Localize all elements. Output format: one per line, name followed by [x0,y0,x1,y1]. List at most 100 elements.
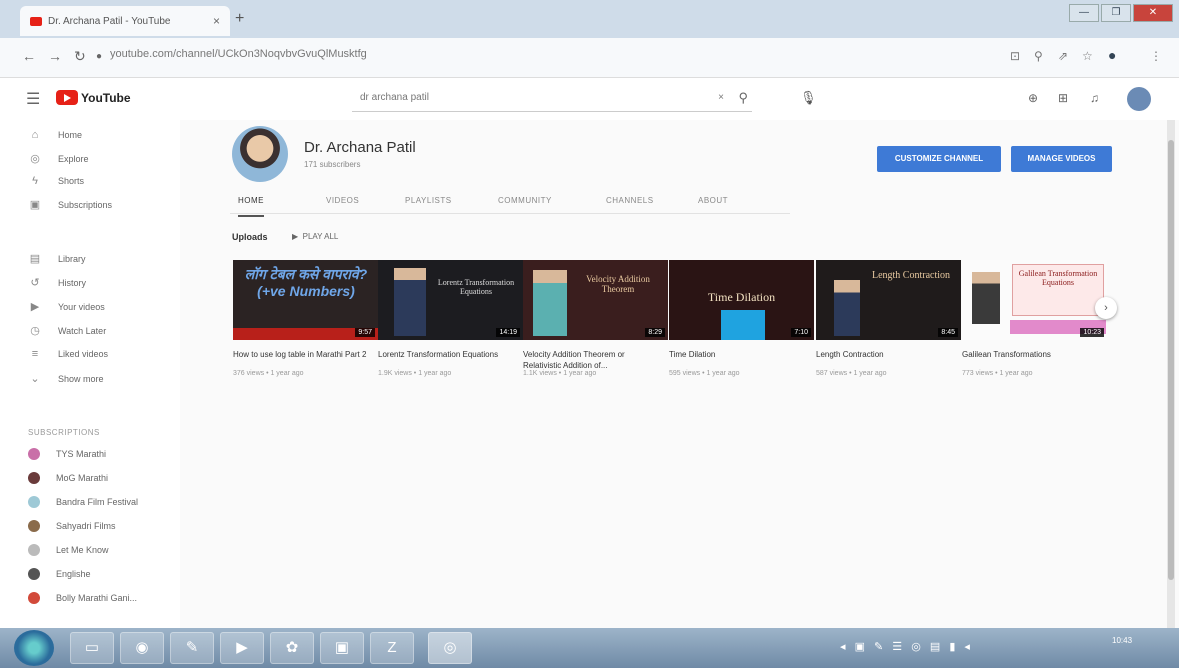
close-window-button[interactable]: ✕ [1133,4,1173,22]
subscription-label: MoG Marathi [56,473,109,483]
video-title[interactable]: Lorentz Transformation Equations [378,349,518,360]
video-thumbnail[interactable]: Lorentz Transformation Equations 14:19 [378,260,523,340]
subscription-label: Englishe [56,569,91,579]
taskbar-clock[interactable]: 10:43 [1112,636,1132,645]
search-icon[interactable]: ⚲ [738,90,748,106]
internet-explorer-icon[interactable]: ◉ [120,632,164,664]
video-duration: 10:23 [1080,328,1104,337]
video-title[interactable]: Length Contraction [816,349,956,360]
sidebar-subscription[interactable]: Englishe [28,568,91,580]
clear-search-icon[interactable]: × [718,92,724,103]
minimize-button[interactable]: — [1069,4,1099,22]
video-meta: 773 views • 1 year ago [962,370,1033,377]
profile-icon[interactable]: ● [1108,47,1116,63]
sidebar-item-explore[interactable]: ◎ Explore [28,152,88,165]
video-duration: 14:19 [496,328,520,337]
sidebar-subscription[interactable]: MoG Marathi [28,472,108,484]
sidebar-item-shorts[interactable]: ϟ Shorts [28,175,84,187]
hamburger-menu-icon[interactable]: ☰ [26,89,40,109]
tab-about[interactable]: ABOUT [698,196,728,205]
channel-avatar [28,448,40,460]
sidebar-item-show-more[interactable]: ⌄ Show more [28,372,104,385]
sidebar-item-history[interactable]: ↺ History [28,276,86,289]
video-thumbnail[interactable]: Velocity Addition Theorem 8:29 [523,260,668,340]
forward-arrow-icon[interactable]: → [48,48,62,64]
sidebar-subscription[interactable]: Bandra Film Festival [28,496,138,508]
account-avatar[interactable] [1127,87,1151,111]
search-input[interactable]: dr archana patil × ⚲ [352,86,752,112]
video-thumbnail[interactable]: Time Dilation 7:10 [669,260,814,340]
channel-avatar [28,520,40,532]
youtube-logo[interactable]: YouTube [56,90,131,105]
chrome-icon[interactable]: ◎ [428,632,472,664]
play-all-label: PLAY ALL [302,232,339,241]
sidebar-item-label: Subscriptions [58,199,113,210]
sidebar-item-liked[interactable]: ≡ Liked videos [28,348,108,360]
tab-community[interactable]: COMMUNITY [498,196,552,205]
video-title[interactable]: How to use log table in Marathi Part 2 [233,349,373,360]
video-title[interactable]: Time Dilation [669,349,809,360]
history-icon: ↺ [30,277,40,289]
explore-icon: ◎ [30,153,40,165]
video-thumbnail[interactable]: Length Contraction 8:45 [816,260,961,340]
install-app-icon[interactable]: ⊡ [1010,49,1020,63]
sidebar-subscription[interactable]: TYS Marathi [28,448,106,460]
page-scrollbar[interactable] [1167,120,1175,628]
create-video-icon[interactable]: ⊕ [1028,91,1038,105]
system-tray[interactable]: ◂ ▣ ✎ ☰ ◎ ▤ ▮ ◂ [840,640,973,653]
apps-grid-icon[interactable]: ⊞ [1058,91,1068,105]
library-icon: ▤ [29,253,41,265]
sidebar-subscription[interactable]: Let Me Know [28,544,109,556]
video-duration: 9:57 [355,328,375,337]
scrollbar-thumb[interactable] [1168,140,1174,580]
play-all-button[interactable]: ▶ PLAY ALL [292,232,338,241]
url-field[interactable]: youtube.com/channel/UCkOn3NoqvbvGvuQlMus… [110,48,367,60]
lock-icon: ● [96,51,103,62]
sidebar-subscription[interactable]: Sahyadri Films [28,520,116,532]
sidebar-item-your-videos[interactable]: ▶ Your videos [28,300,105,313]
maximize-button[interactable]: ❐ [1101,4,1131,22]
video-thumbnail[interactable]: लॉग टेबल कसे वापरावे? (+ve Numbers) 9:57 [233,260,378,340]
channel-avatar [28,592,40,604]
zoom-icon[interactable]: ⚲ [1034,49,1043,63]
sidebar-item-subscriptions[interactable]: ▣ Subscriptions [28,198,112,211]
paint-icon[interactable]: ✎ [170,632,214,664]
browser-menu-icon[interactable]: ⋮ [1150,49,1162,63]
tab-videos[interactable]: VIDEOS [326,196,359,205]
media-player-icon[interactable]: ▶ [220,632,264,664]
uploads-heading: Uploads [232,232,268,242]
file-explorer-icon[interactable]: ▭ [70,632,114,664]
app-icon[interactable]: ✿ [270,632,314,664]
video-meta: 1.9K views • 1 year ago [378,370,452,377]
browser-tab[interactable]: Dr. Archana Patil - YouTube × [20,6,230,36]
sidebar-item-watch-later[interactable]: ◷ Watch Later [28,324,106,337]
sidebar-item-label: Show more [58,373,104,384]
subscriptions-icon: ▣ [29,199,41,211]
notifications-bell-icon[interactable]: ♫ [1090,91,1099,105]
share-icon[interactable]: ⇗ [1058,49,1068,63]
microphone-icon[interactable]: 🎙 [800,90,817,106]
channel-avatar-large[interactable] [232,126,288,182]
tab-home[interactable]: HOME [238,196,264,217]
zoom-app-icon[interactable]: Z [370,632,414,664]
manage-videos-button[interactable]: MANAGE VIDEOS [1011,146,1112,172]
video-thumbnail[interactable]: Galilean Transformation Equations 10:23 [962,260,1107,340]
video-title[interactable]: Galilean Transformations [962,349,1102,360]
youtube-favicon-icon [30,16,42,26]
start-button[interactable] [14,630,54,666]
tab-channels[interactable]: CHANNELS [606,196,654,205]
search-value: dr archana patil [360,92,429,103]
next-arrow-button[interactable]: › [1095,297,1117,319]
customize-channel-button[interactable]: CUSTOMIZE CHANNEL [877,146,1001,172]
sidebar-subscription[interactable]: Bolly Marathi Gani... [28,592,137,604]
reload-icon[interactable]: ↻ [74,48,86,65]
bookmark-star-icon[interactable]: ☆ [1082,49,1093,63]
new-tab-button[interactable]: + [235,10,244,28]
folder-icon[interactable]: ▣ [320,632,364,664]
tab-playlists[interactable]: PLAYLISTS [405,196,452,205]
sidebar-item-home[interactable]: ⌂ Home [28,129,82,141]
sidebar-item-library[interactable]: ▤ Library [28,252,86,265]
video-title[interactable]: Velocity Addition Theorem or Relativisti… [523,349,663,371]
back-arrow-icon[interactable]: ← [22,48,36,64]
tab-close-button[interactable]: × [213,14,220,28]
